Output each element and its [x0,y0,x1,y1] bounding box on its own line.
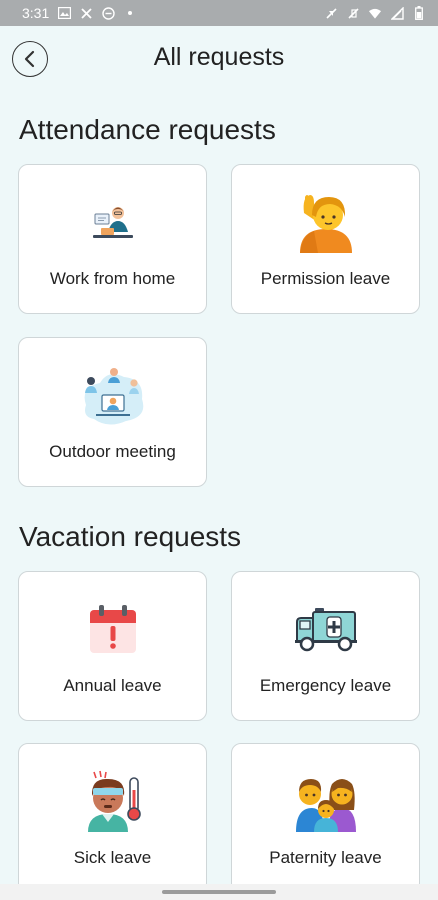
card-label: Work from home [49,269,176,288]
card-label: Outdoor meeting [49,442,176,461]
home-indicator[interactable] [162,890,276,894]
outdoor-meeting-icon [19,364,206,426]
card-paternity-leave[interactable]: Paternity leave [231,743,420,893]
card-emergency-leave[interactable]: Emergency leave [231,571,420,721]
battery-icon [412,6,426,20]
family-icon [232,770,419,832]
mute-icon [324,6,338,20]
signal-icon [390,6,404,20]
card-permission-leave[interactable]: Permission leave [231,164,420,314]
card-label: Paternity leave [269,848,382,867]
card-label: Annual leave [63,676,162,695]
section-title-vacation: Vacation requests [19,521,242,552]
wifi-icon [368,6,382,20]
card-label: Emergency leave [259,676,392,695]
card-label: Sick leave [73,848,152,867]
missed-call-icon [79,6,93,20]
do-not-disturb-icon [101,6,115,20]
work-from-home-icon [19,191,206,253]
sick-person-icon [19,770,206,832]
raising-hand-icon [232,191,419,253]
card-work-from-home[interactable]: Work from home [18,164,207,314]
card-outdoor-meeting[interactable]: Outdoor meeting [18,337,207,487]
card-sick-leave[interactable]: Sick leave [18,743,207,893]
calendar-alert-icon [19,598,206,660]
dot-icon [123,6,137,20]
status-left: 3:31 [22,5,137,21]
card-label: Permission leave [260,269,391,288]
status-right [324,6,426,20]
section-title-attendance: Attendance requests [19,114,276,145]
status-bar: 3:31 [0,0,438,26]
card-annual-leave[interactable]: Annual leave [18,571,207,721]
ambulance-icon [232,598,419,660]
status-time: 3:31 [22,5,50,21]
system-navigation-bar [0,884,438,900]
page-title: All requests [153,43,285,71]
gallery-icon [57,6,71,20]
header: All requests [0,26,438,90]
vibrate-icon [346,6,360,20]
